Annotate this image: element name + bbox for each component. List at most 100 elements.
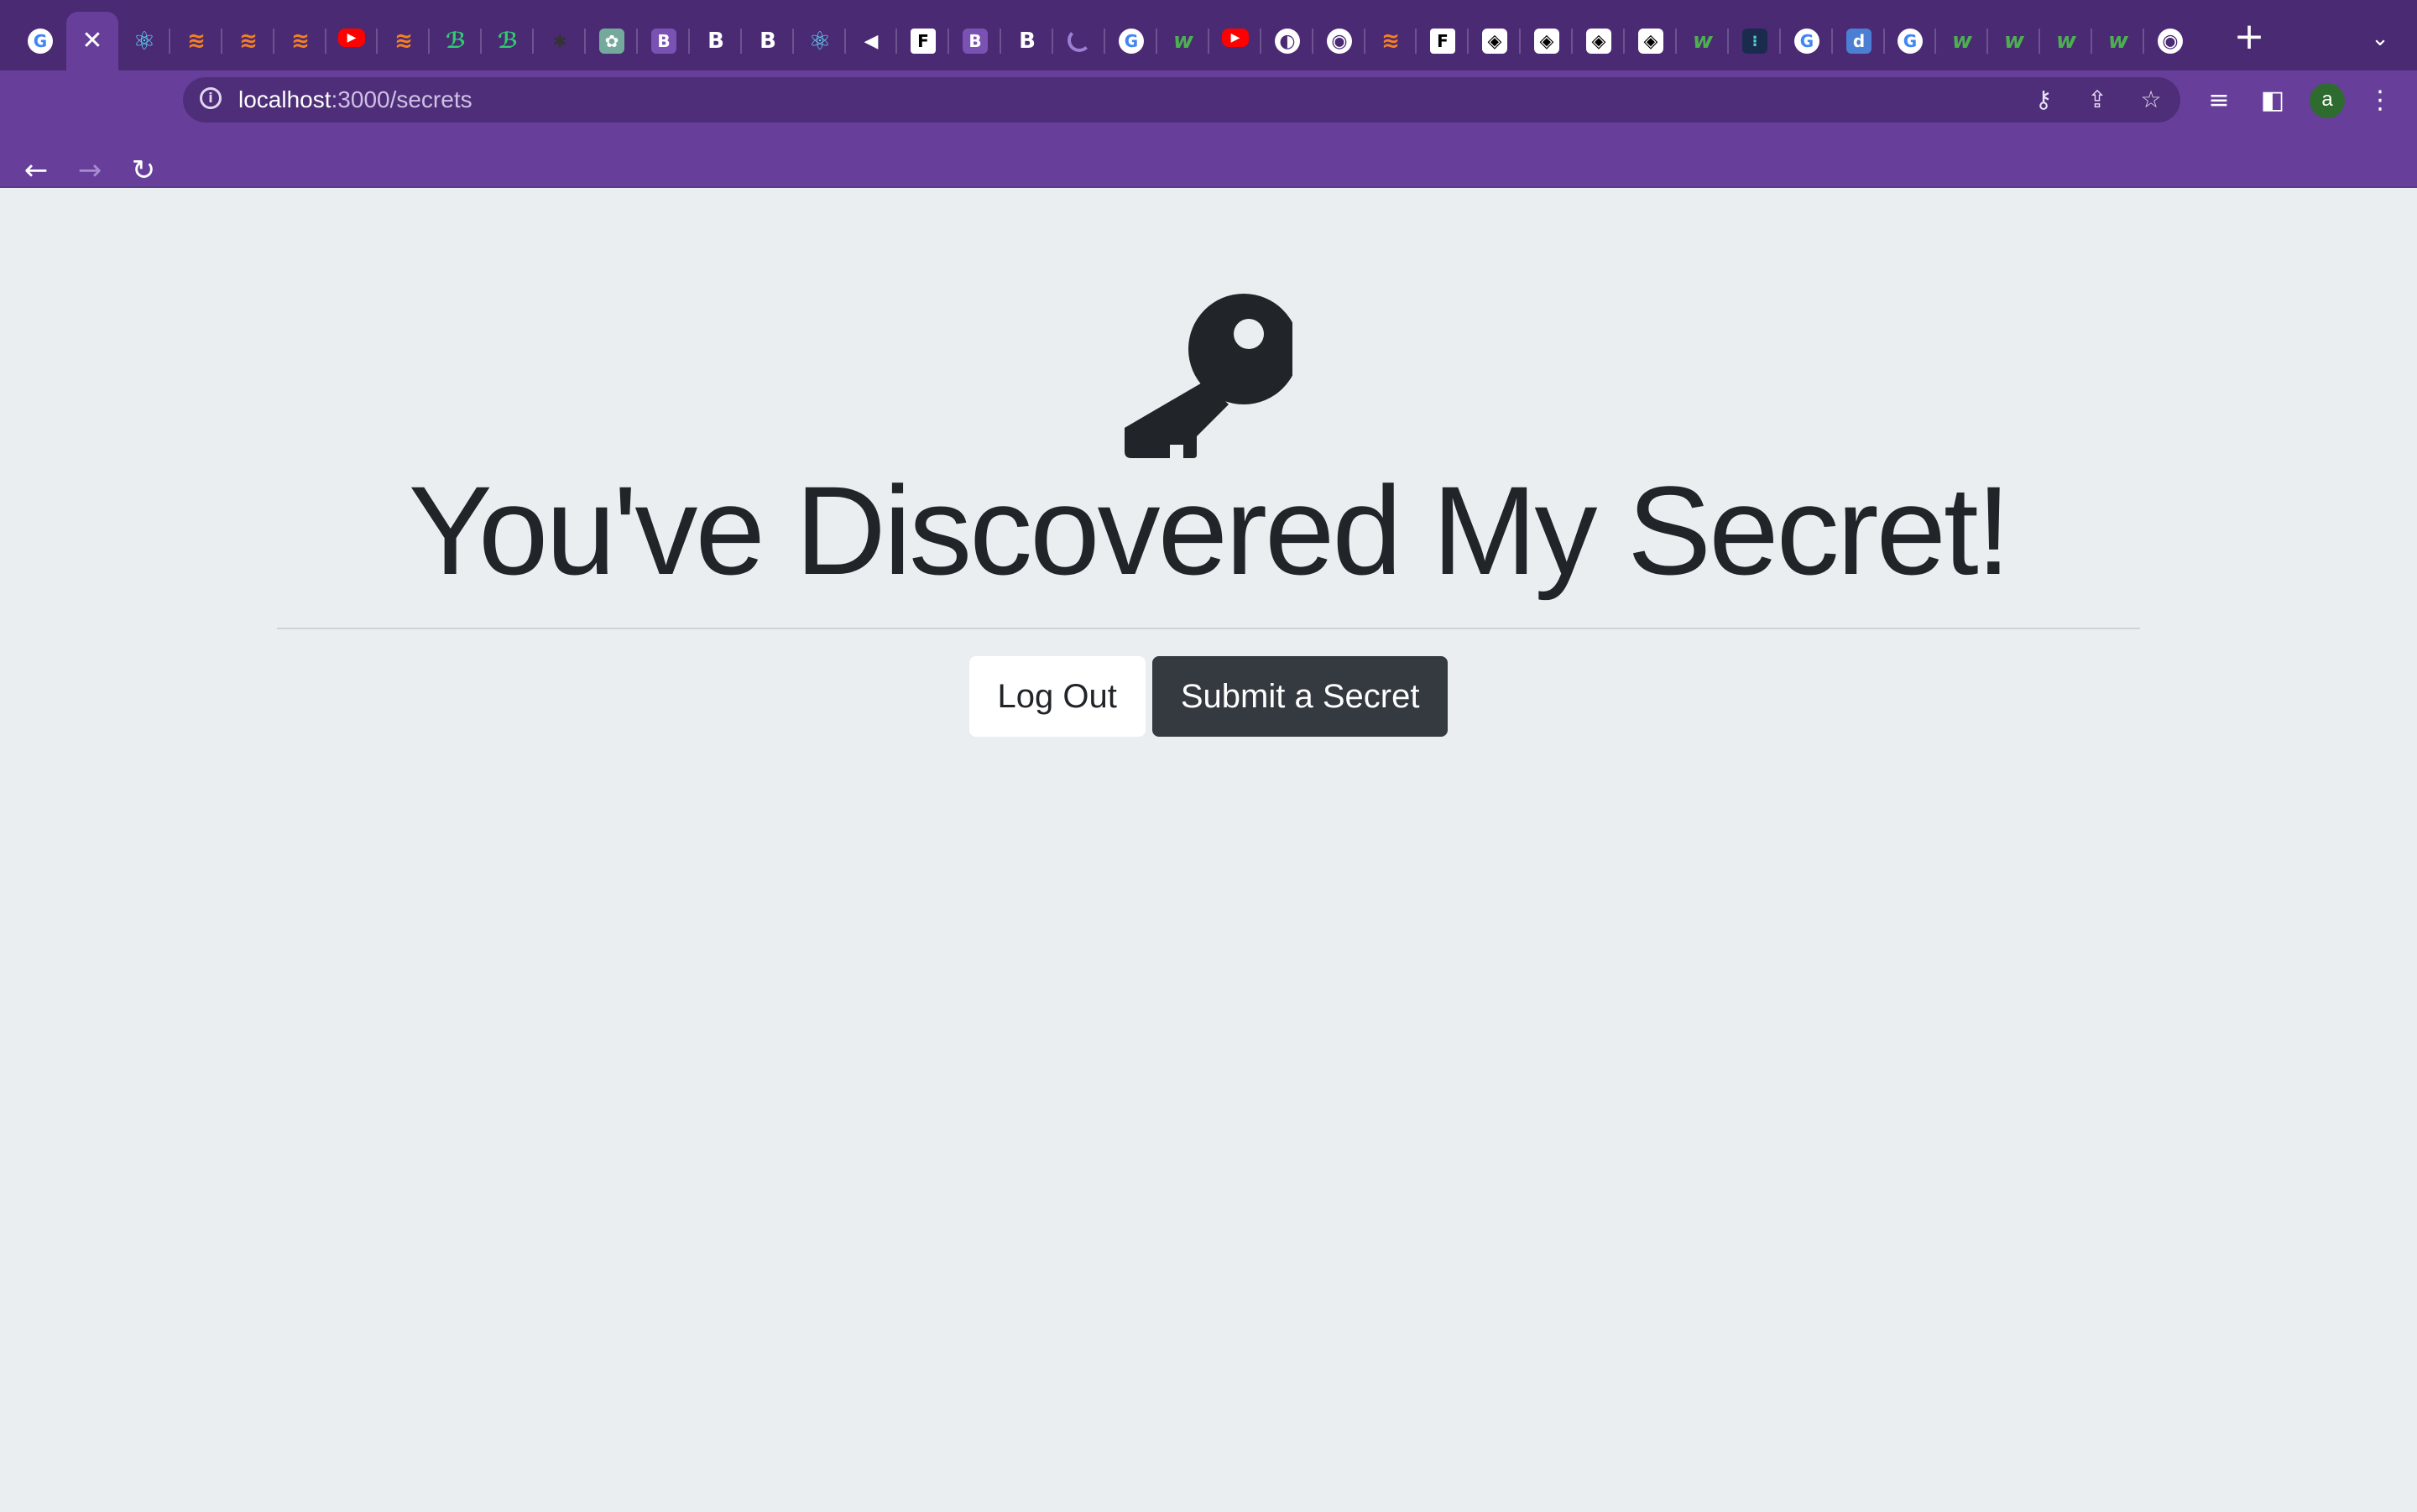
chrome-icon: ◉ bbox=[2158, 29, 2183, 54]
forward-button[interactable]: → bbox=[69, 149, 111, 191]
browser-tab[interactable]: ⚛ bbox=[794, 12, 846, 72]
url-host: localhost bbox=[238, 86, 331, 112]
browser-tab[interactable]: ⁝ bbox=[1729, 12, 1781, 72]
gatsby-icon: ℬ bbox=[497, 29, 519, 54]
browser-tab[interactable]: F bbox=[1417, 12, 1469, 72]
browser-tab[interactable]: G bbox=[14, 12, 66, 72]
browser-tab[interactable]: G bbox=[1884, 12, 1936, 72]
browser-tab[interactable]: w bbox=[1157, 12, 1209, 72]
browser-tab[interactable]: ≋ bbox=[1365, 12, 1417, 72]
youtube-icon: ▶ bbox=[1222, 29, 1249, 47]
profile-avatar[interactable]: a bbox=[2310, 83, 2345, 118]
bootstrap-icon: B bbox=[760, 29, 776, 54]
share-icon[interactable]: ⇪ bbox=[2083, 86, 2112, 114]
browser-tab[interactable]: ≋ bbox=[170, 12, 222, 72]
stackoverflow-icon: ≋ bbox=[239, 29, 258, 54]
browser-tab[interactable]: ◈ bbox=[1469, 12, 1521, 72]
bootstrap-icon: B bbox=[707, 29, 724, 54]
browser-tab[interactable]: G bbox=[1781, 12, 1833, 72]
close-icon: ✕ bbox=[81, 26, 103, 55]
browser-tab[interactable]: w bbox=[1988, 12, 2040, 72]
browser-tab[interactable]: ◉ bbox=[2144, 12, 2196, 72]
reload-button[interactable]: ↻ bbox=[123, 149, 164, 191]
browser-tab[interactable]: ✿ bbox=[586, 12, 638, 72]
address-bar[interactable]: i localhost:3000/secrets ⚷ ⇪ ☆ bbox=[183, 77, 2180, 123]
w3-icon: w bbox=[2003, 29, 2025, 54]
tab-search-button[interactable]: ⌄ bbox=[2367, 25, 2394, 52]
google-icon: G bbox=[1794, 29, 1819, 54]
browser-tab[interactable]: ◈ bbox=[1625, 12, 1677, 72]
browser-menu-icon[interactable]: ⋮ bbox=[2363, 84, 2397, 117]
new-tab-button[interactable]: + bbox=[2232, 18, 2266, 55]
browser-tab[interactable]: ℬ bbox=[430, 12, 482, 72]
browser-tab[interactable]: ◈ bbox=[1521, 12, 1573, 72]
browser-tab[interactable]: ℬ bbox=[482, 12, 534, 72]
browser-tab[interactable]: ◉ bbox=[1313, 12, 1365, 72]
youtube-icon: ▶ bbox=[338, 29, 365, 47]
browser-tab[interactable]: B bbox=[949, 12, 1001, 72]
tab-strip: + ⌄ G ✕ ⚛ ≋ ≋ ≋ ▶ ≋ ℬ ℬ ✱ ✿ B B B ⚛ ◀ F B B Gw ▶ ◐ ◉ ≋ F ◈ ◈ ◈ ◈ w ⁝ Gd G… bbox=[0, 0, 2417, 72]
media-controls-icon[interactable]: ≡ bbox=[2202, 84, 2236, 117]
google-icon: G bbox=[28, 29, 53, 54]
figma-icon: F bbox=[911, 29, 936, 54]
figma-icon: F bbox=[1430, 29, 1455, 54]
browser-tab[interactable]: B bbox=[742, 12, 794, 72]
browser-tab[interactable]: ≋ bbox=[274, 12, 326, 72]
w3-icon: w bbox=[2107, 29, 2129, 54]
browser-tab[interactable]: ≋ bbox=[378, 12, 430, 72]
d-site-icon: d bbox=[1846, 29, 1871, 54]
url-text[interactable]: localhost:3000/secrets bbox=[238, 77, 472, 123]
stackoverflow-icon: ≋ bbox=[187, 29, 206, 54]
globe-icon: ◐ bbox=[1275, 29, 1300, 54]
url-path: :3000/secrets bbox=[331, 86, 472, 112]
action-buttons: Log Out Submit a Secret bbox=[0, 656, 2417, 737]
key-icon bbox=[1125, 294, 1292, 458]
browser-tab[interactable]: ◈ bbox=[1573, 12, 1625, 72]
browser-tab[interactable]: ◀ bbox=[845, 12, 897, 72]
gatsby-icon: ℬ bbox=[445, 29, 467, 54]
browser-tab[interactable]: ✕ bbox=[66, 12, 118, 72]
back-button[interactable]: ← bbox=[15, 149, 57, 191]
google-icon: G bbox=[1119, 29, 1144, 54]
codepen-icon: ◈ bbox=[1534, 29, 1559, 54]
browser-tab[interactable]: w bbox=[2092, 12, 2144, 72]
browser-tab[interactable]: w bbox=[2040, 12, 2092, 72]
browser-tab[interactable]: F bbox=[897, 12, 949, 72]
browser-tab[interactable]: B bbox=[638, 12, 690, 72]
loading-spinner-icon bbox=[1068, 29, 1091, 52]
browser-tab[interactable]: ▶ bbox=[326, 12, 378, 72]
site-info-icon[interactable]: i bbox=[200, 87, 222, 109]
browser-tab[interactable]: w bbox=[1936, 12, 1988, 72]
browser-tab[interactable]: ⚛ bbox=[118, 12, 170, 72]
submit-secret-button[interactable]: Submit a Secret bbox=[1151, 656, 1449, 737]
w3-icon: w bbox=[1951, 29, 1973, 54]
bookmark-star-icon[interactable]: ☆ bbox=[2137, 86, 2165, 114]
w3-icon: w bbox=[2055, 29, 2077, 54]
codepen-icon: ◈ bbox=[1482, 29, 1507, 54]
password-key-icon[interactable]: ⚷ bbox=[2029, 86, 2058, 114]
page-body: You've Discovered My Secret! Log Out Sub… bbox=[0, 186, 2417, 1512]
browser-tab[interactable]: d bbox=[1833, 12, 1885, 72]
stackoverflow-icon: ≋ bbox=[291, 29, 310, 54]
browser-tab[interactable]: B bbox=[690, 12, 742, 72]
browser-tab[interactable]: ✱ bbox=[534, 12, 586, 72]
browser-tab[interactable]: G bbox=[1105, 12, 1157, 72]
browser-tab[interactable]: w bbox=[1677, 12, 1729, 72]
browser-tab[interactable]: B bbox=[1001, 12, 1053, 72]
bootstrap-icon: B bbox=[1019, 29, 1036, 54]
codepen-icon: ◈ bbox=[1638, 29, 1663, 54]
side-panel-icon[interactable]: ◧ bbox=[2256, 84, 2289, 117]
chrome-icon: ◉ bbox=[1327, 29, 1352, 54]
google-icon: G bbox=[1898, 29, 1923, 54]
codepen-icon: ◈ bbox=[1586, 29, 1611, 54]
browser-tab[interactable] bbox=[1053, 12, 1105, 72]
browser-tab[interactable]: ▶ bbox=[1209, 12, 1261, 72]
react-bootstrap-icon: ⚛ bbox=[808, 26, 832, 56]
browser-tab[interactable]: ◐ bbox=[1261, 12, 1313, 72]
browser-tab[interactable]: ≋ bbox=[222, 12, 274, 72]
bootstrap-icon: B bbox=[651, 29, 676, 54]
logout-button[interactable]: Log Out bbox=[968, 656, 1146, 737]
w3-icon: w bbox=[1172, 29, 1194, 54]
stackoverflow-icon: ≋ bbox=[1381, 29, 1400, 54]
bootstrap-icon: B bbox=[963, 29, 988, 54]
